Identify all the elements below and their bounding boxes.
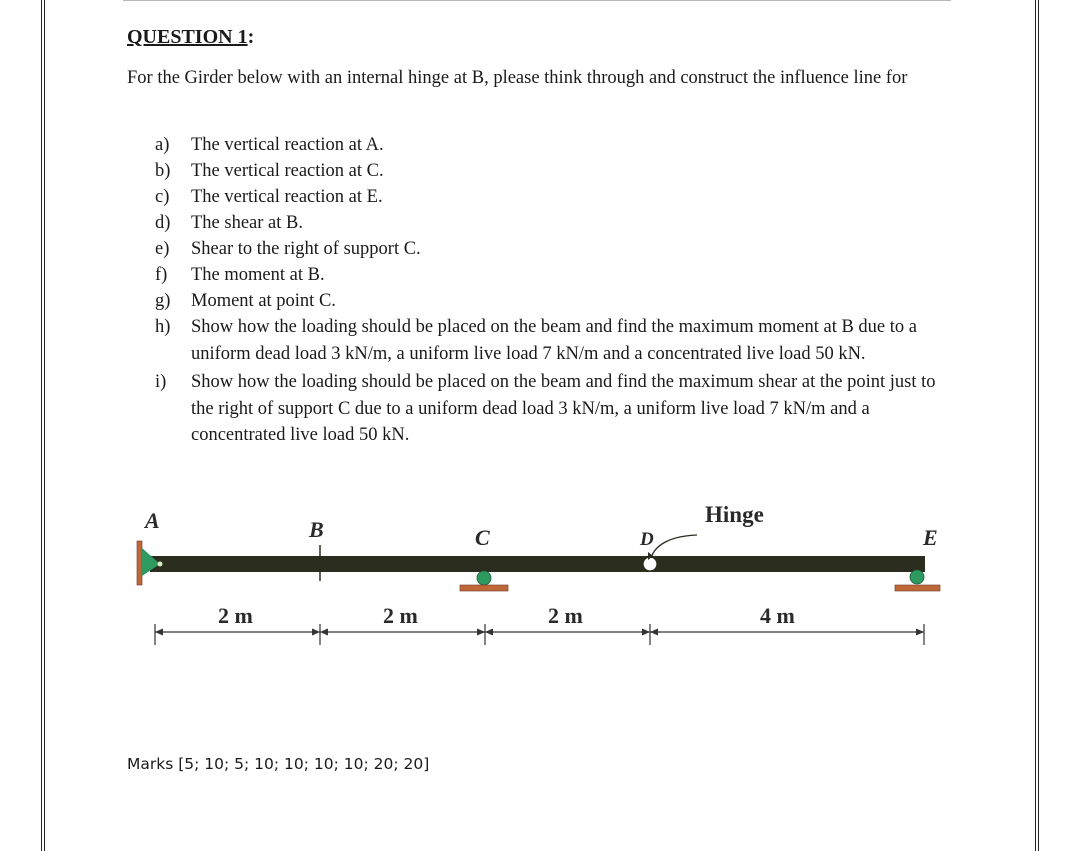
label-point-d: D [639,529,654,550]
girder-beam [150,556,925,572]
roller-support-c-icon [459,570,509,592]
span-label-ab: 2 m [218,603,253,628]
dimension-line [154,624,925,645]
label-point-b: B [308,517,324,542]
roller-support-e-icon [894,569,941,592]
label-point-a: A [143,508,160,533]
span-label-de: 4 m [760,603,795,628]
label-point-c: C [475,525,490,550]
span-label-cd: 2 m [548,603,583,628]
pin-support-a-icon [136,540,163,586]
label-point-e: E [922,525,938,550]
marks-allocation: Marks [5; 10; 5; 10; 10; 10; 10; 20; 20] [127,755,430,773]
label-hinge: Hinge [705,502,764,527]
span-label-bc: 2 m [383,603,418,628]
girder-figure: A B C D E Hinge 2 m 2 m 2 m 4 m [136,502,941,645]
